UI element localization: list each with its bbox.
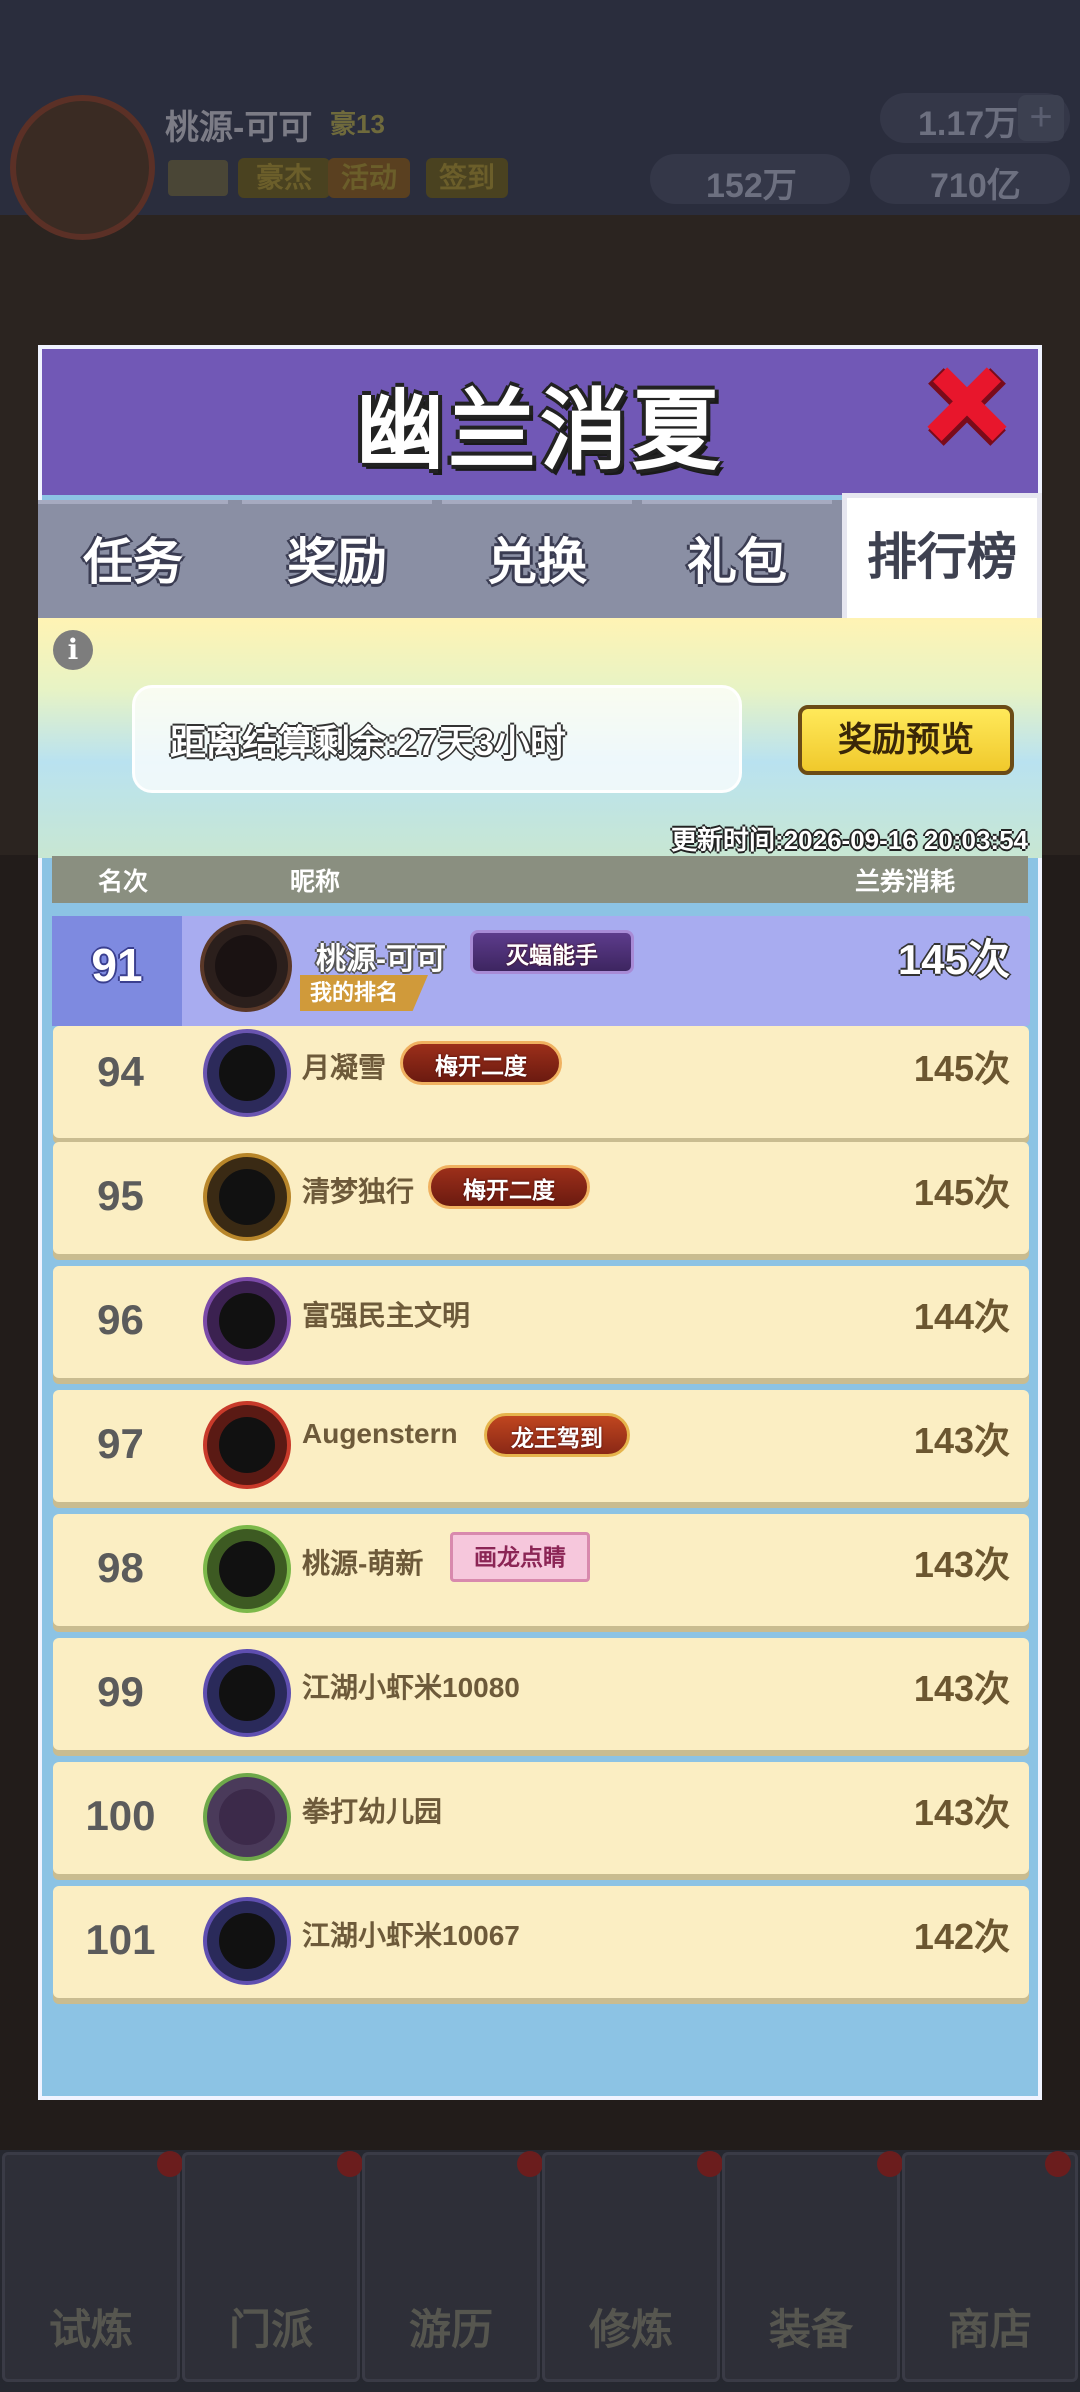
row-score: 142次 [913, 1916, 1010, 1957]
row-name: Augenstern [302, 1418, 458, 1449]
column-rank: 名次 [98, 868, 149, 896]
hud-chip-signin[interactable]: 签到 [426, 158, 508, 198]
row-name: 拳打幼儿园 [302, 1796, 443, 1827]
row-avatar[interactable] [203, 1401, 291, 1489]
nav-equip-notification-dot [877, 2151, 903, 2177]
reward-preview-button[interactable]: 奖励预览 [798, 705, 1014, 775]
nav-cultivate[interactable]: 修炼 [542, 2151, 723, 2382]
player-avatar[interactable] [10, 95, 155, 240]
row-title-badge: 龙王驾到 [484, 1413, 630, 1457]
nav-travel-notification-dot [517, 2151, 543, 2177]
nav-travel-label: 游历 [408, 2306, 493, 2353]
hud-player-level: 豪13 [330, 109, 385, 139]
row-avatar[interactable] [203, 1649, 291, 1737]
column-spent: 兰券消耗 [855, 868, 956, 896]
avatar-figure [219, 1913, 275, 1969]
mail-icon[interactable] [168, 160, 228, 196]
my-score: 145次 [897, 936, 1010, 983]
coupons-value: 152万 [706, 167, 797, 205]
row-score: 144次 [913, 1296, 1010, 1337]
avatar-figure [219, 1045, 275, 1101]
my-avatar[interactable] [200, 920, 292, 1012]
my-avatar-figure [215, 935, 277, 997]
nav-sect-label: 门派 [228, 2306, 313, 2353]
nav-sect-notification-dot [337, 2151, 363, 2177]
row-score: 143次 [913, 1420, 1010, 1461]
avatar-figure [219, 1169, 275, 1225]
table-row [53, 1638, 1029, 1750]
nav-travel[interactable]: 游历 [362, 2151, 543, 2382]
row-rank: 99 [97, 1668, 144, 1715]
nav-shop[interactable]: 商店 [902, 2151, 1078, 2382]
row-avatar[interactable] [203, 1773, 291, 1861]
row-avatar[interactable] [203, 1029, 291, 1117]
modal-title: 幽兰消夏 [355, 381, 724, 480]
column-nickname: 昵称 [290, 868, 341, 896]
row-name: 江湖小虾米10067 [302, 1920, 520, 1951]
nav-trial[interactable]: 试炼 [2, 2151, 183, 2382]
nav-cultivate-notification-dot [697, 2151, 723, 2177]
row-rank: 98 [97, 1544, 144, 1591]
gems-value: 1.17万 [918, 105, 1019, 143]
row-title-badge: 画龙点睛 [450, 1532, 590, 1582]
row-name: 桃源-萌新 [302, 1548, 424, 1579]
row-rank: 94 [97, 1048, 144, 1095]
nav-equip[interactable]: 装备 [722, 2151, 903, 2382]
row-rank: 100 [85, 1792, 156, 1839]
hud-chip-events[interactable]: 活动 [328, 158, 410, 198]
row-avatar[interactable] [203, 1153, 291, 1241]
hud-chip-heroes[interactable]: 豪杰 [238, 158, 330, 198]
row-rank: 97 [97, 1420, 144, 1467]
row-avatar[interactable] [203, 1525, 291, 1613]
close-icon [927, 367, 1007, 446]
nav-equip-label: 装备 [768, 2306, 853, 2353]
avatar-figure [219, 1541, 275, 1597]
nav-trial-label: 试炼 [48, 2306, 133, 2353]
nav-shop-label: 商店 [947, 2306, 1032, 2353]
row-avatar[interactable] [203, 1897, 291, 1985]
my-rank-label: 我的排名 [300, 975, 428, 1011]
update-time: 更新时间:2026-09-16 20:03:54 [671, 825, 1028, 855]
row-avatar[interactable] [203, 1277, 291, 1365]
row-name: 月凝雪 [302, 1052, 387, 1083]
row-rank: 96 [97, 1296, 144, 1343]
add-gems-button[interactable]: + [1018, 95, 1064, 141]
row-rank: 101 [85, 1916, 156, 1963]
hud-player-name: 桃源-可可 [165, 109, 313, 147]
row-score: 145次 [913, 1172, 1010, 1213]
row-score: 143次 [913, 1668, 1010, 1709]
row-name: 清梦独行 [302, 1176, 415, 1207]
nav-cultivate-label: 修炼 [588, 2306, 673, 2353]
nav-trial-notification-dot [157, 2151, 183, 2177]
my-rank-number: 91 [91, 939, 143, 991]
avatar-figure [219, 1789, 275, 1845]
countdown-text: 距离结算剩余:27天3小时 [170, 722, 567, 763]
row-name: 江湖小虾米10080 [302, 1672, 520, 1703]
my-title-badge: 灭蝠能手 [470, 930, 634, 974]
tab-rewards[interactable]: 奖励 [242, 500, 432, 618]
row-score: 145次 [913, 1048, 1010, 1089]
row-rank: 95 [97, 1172, 144, 1219]
row-score: 143次 [913, 1544, 1010, 1585]
nav-shop-notification-dot [1045, 2151, 1071, 2177]
tab-tasks[interactable]: 任务 [38, 500, 228, 618]
row-title-badge: 梅开二度 [400, 1041, 562, 1085]
table-row [53, 1266, 1029, 1378]
tab-exchange[interactable]: 兑换 [442, 500, 632, 618]
info-icon[interactable]: i [53, 630, 93, 670]
nav-sect[interactable]: 门派 [182, 2151, 363, 2382]
my-name: 桃源-可可 [316, 943, 446, 976]
row-score: 143次 [913, 1792, 1010, 1833]
tab-leaderboard[interactable]: 排行榜 [842, 493, 1042, 618]
table-row [53, 1762, 1029, 1874]
row-name: 富强民主文明 [302, 1300, 471, 1331]
gold-value: 710亿 [930, 167, 1021, 205]
avatar-figure [219, 1293, 275, 1349]
table-row [53, 1886, 1029, 1998]
close-button[interactable] [920, 360, 1015, 455]
avatar-figure [219, 1665, 275, 1721]
avatar-figure [219, 1417, 275, 1473]
tab-gift-pack[interactable]: 礼包 [642, 500, 832, 618]
row-title-badge: 梅开二度 [428, 1165, 590, 1209]
